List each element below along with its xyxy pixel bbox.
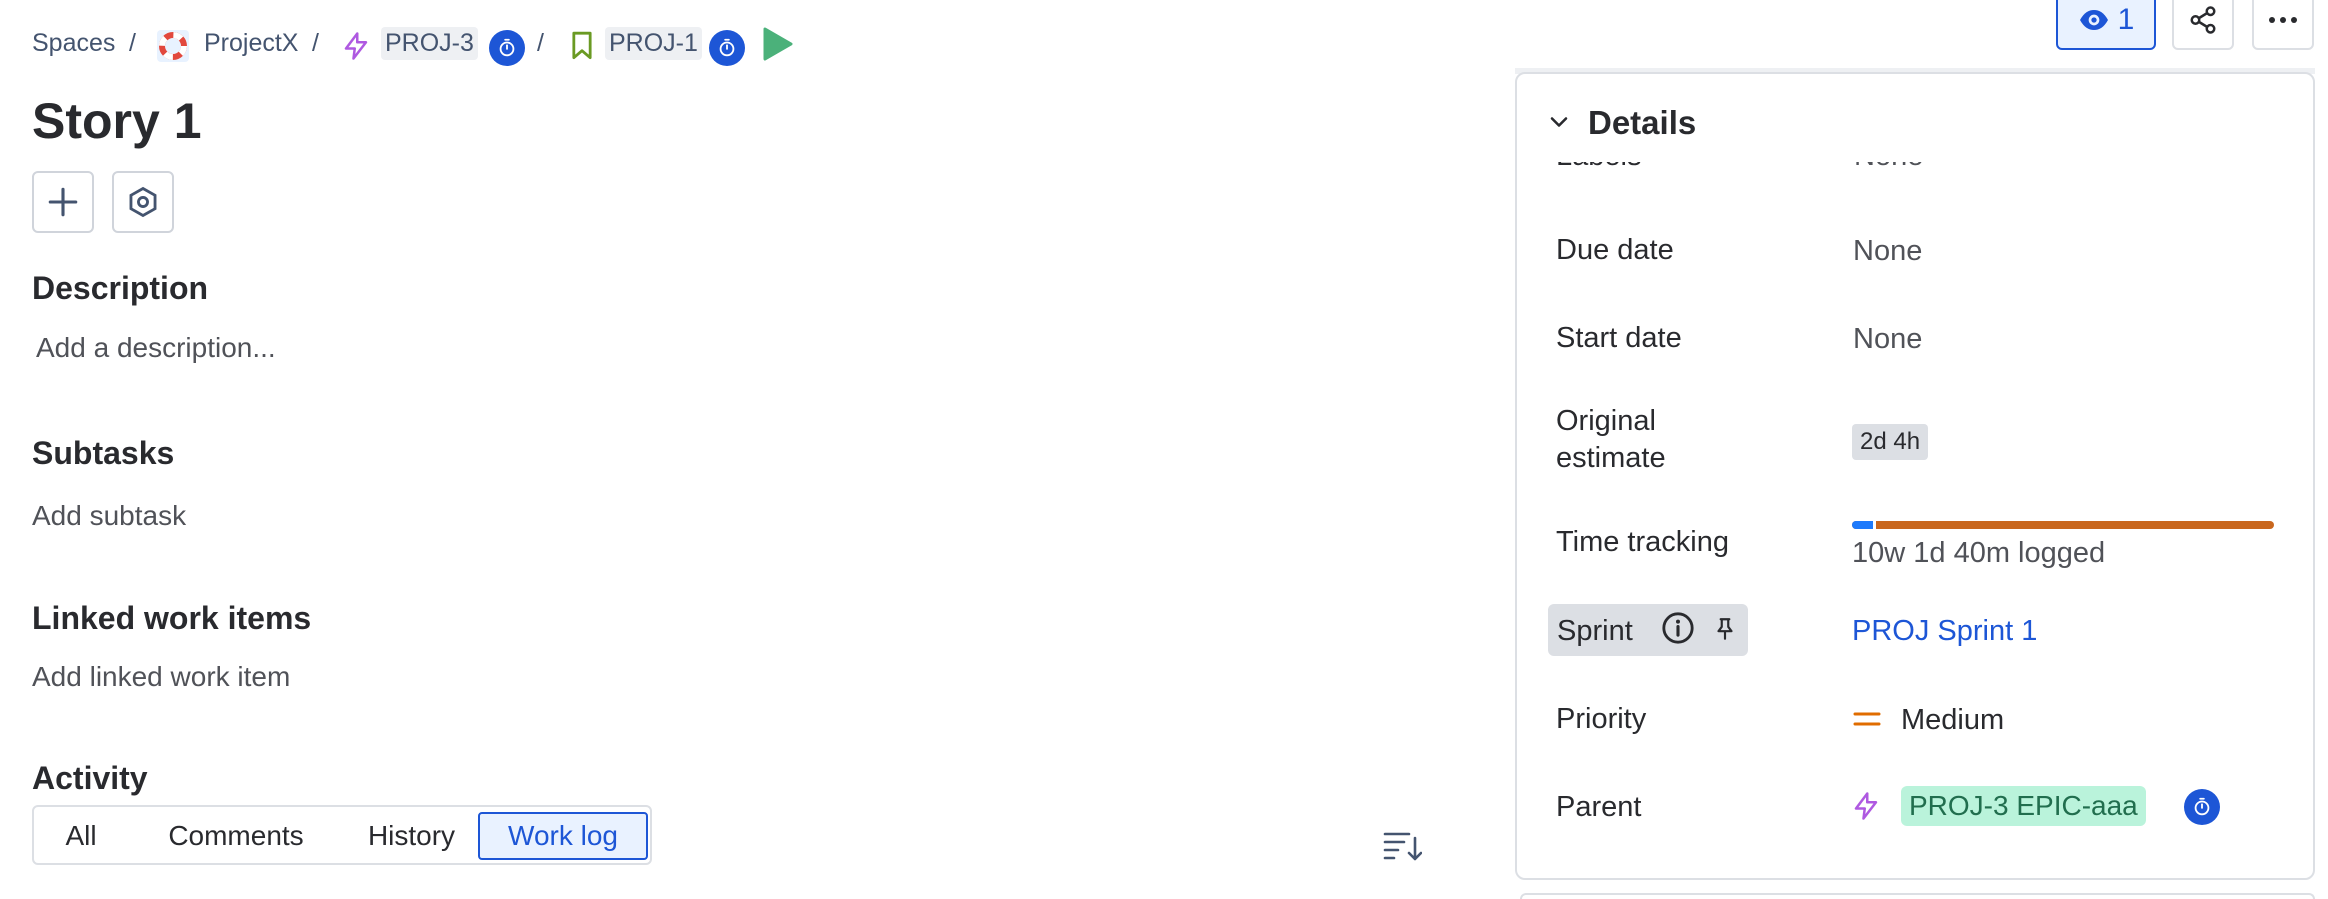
tab-comments[interactable]: Comments <box>156 812 316 860</box>
time-tracking-bar[interactable] <box>1852 521 2274 529</box>
breadcrumb-epic-key[interactable]: PROJ-3 <box>381 27 478 60</box>
hexagon-icon <box>129 186 157 218</box>
labels-row-partial: Labels None <box>1540 162 2240 176</box>
priority-label: Priority <box>1556 703 1647 735</box>
original-estimate-label: estimate <box>1556 442 1666 474</box>
original-estimate-value[interactable]: 2d 4h <box>1852 424 1929 460</box>
breadcrumb-separator: / <box>537 29 544 57</box>
apps-button[interactable] <box>112 171 174 233</box>
tab-history[interactable]: History <box>349 812 474 860</box>
sort-icon <box>1383 832 1423 861</box>
breadcrumb-separator: / <box>129 29 136 57</box>
chevron-down-icon <box>1550 117 1568 127</box>
page-title[interactable]: Story 1 <box>32 92 202 150</box>
watch-button[interactable]: 1 <box>2056 0 2156 50</box>
parent-value[interactable]: PROJ-3 EPIC-aaa <box>1901 786 2146 826</box>
subtasks-heading: Subtasks <box>32 435 175 471</box>
play-icon[interactable] <box>762 26 794 62</box>
next-panel-edge <box>1520 893 2315 899</box>
sprint-value[interactable]: PROJ Sprint 1 <box>1852 615 2037 648</box>
details-toggle[interactable]: Details <box>1538 100 1738 144</box>
labels-value[interactable]: None <box>1854 162 1923 173</box>
stopwatch-icon[interactable] <box>2184 789 2220 825</box>
priority-value[interactable]: Medium <box>1901 704 2004 737</box>
share-icon <box>2190 6 2216 34</box>
labels-label: Labels <box>1556 162 1641 173</box>
lifebuoy-avatar-icon <box>157 30 189 62</box>
lightning-icon <box>341 30 371 62</box>
sprint-label: Sprint <box>1557 615 1633 647</box>
start-date-value[interactable]: None <box>1853 323 1922 356</box>
add-linked-item-button[interactable]: Add linked work item <box>32 661 290 693</box>
lightning-icon <box>1854 792 1878 820</box>
due-date-value[interactable]: None <box>1853 235 1922 268</box>
linked-items-heading: Linked work items <box>32 600 312 636</box>
description-editor[interactable]: Add a description... <box>36 332 276 364</box>
share-button[interactable] <box>2172 0 2234 50</box>
breadcrumb-separator: / <box>312 29 319 57</box>
original-estimate-label: Original <box>1556 405 1656 437</box>
stopwatch-icon[interactable] <box>709 30 745 66</box>
pin-icon[interactable] <box>1712 616 1738 642</box>
more-actions-button[interactable] <box>2252 0 2314 50</box>
start-date-label: Start date <box>1556 322 1682 354</box>
add-subtask-button[interactable]: Add subtask <box>32 500 186 532</box>
parent-label: Parent <box>1556 791 1642 823</box>
details-title: Details <box>1588 104 1697 141</box>
time-tracking-value[interactable]: 10w 1d 40m logged <box>1852 537 2105 570</box>
eye-icon <box>2079 10 2108 30</box>
tab-all[interactable]: All <box>46 812 116 860</box>
time-tracking-logged-fill <box>1852 521 1876 529</box>
breadcrumb-spaces[interactable]: Spaces <box>32 29 115 58</box>
plus-icon <box>48 187 78 217</box>
add-button[interactable] <box>32 171 94 233</box>
priority-medium-icon <box>1853 712 1881 726</box>
watch-count: 1 <box>2117 3 2135 36</box>
stopwatch-icon[interactable] <box>489 30 525 66</box>
details-panel <box>1515 72 2315 880</box>
tab-work-log[interactable]: Work log <box>478 812 648 860</box>
breadcrumb-project[interactable]: ProjectX <box>204 29 298 58</box>
bookmark-icon <box>568 30 596 62</box>
breadcrumb: Spaces / ProjectX / PROJ-3 / PROJ-1 <box>0 0 820 90</box>
breadcrumb-story-key[interactable]: PROJ-1 <box>605 27 702 60</box>
activity-tabs: All Comments History Work log <box>32 805 652 865</box>
sort-button[interactable] <box>1382 828 1423 864</box>
description-heading: Description <box>32 270 209 306</box>
time-tracking-label: Time tracking <box>1556 526 1729 558</box>
due-date-label: Due date <box>1556 234 1674 266</box>
info-icon[interactable] <box>1661 611 1695 645</box>
activity-heading: Activity <box>32 760 148 796</box>
more-icon <box>2269 17 2297 23</box>
